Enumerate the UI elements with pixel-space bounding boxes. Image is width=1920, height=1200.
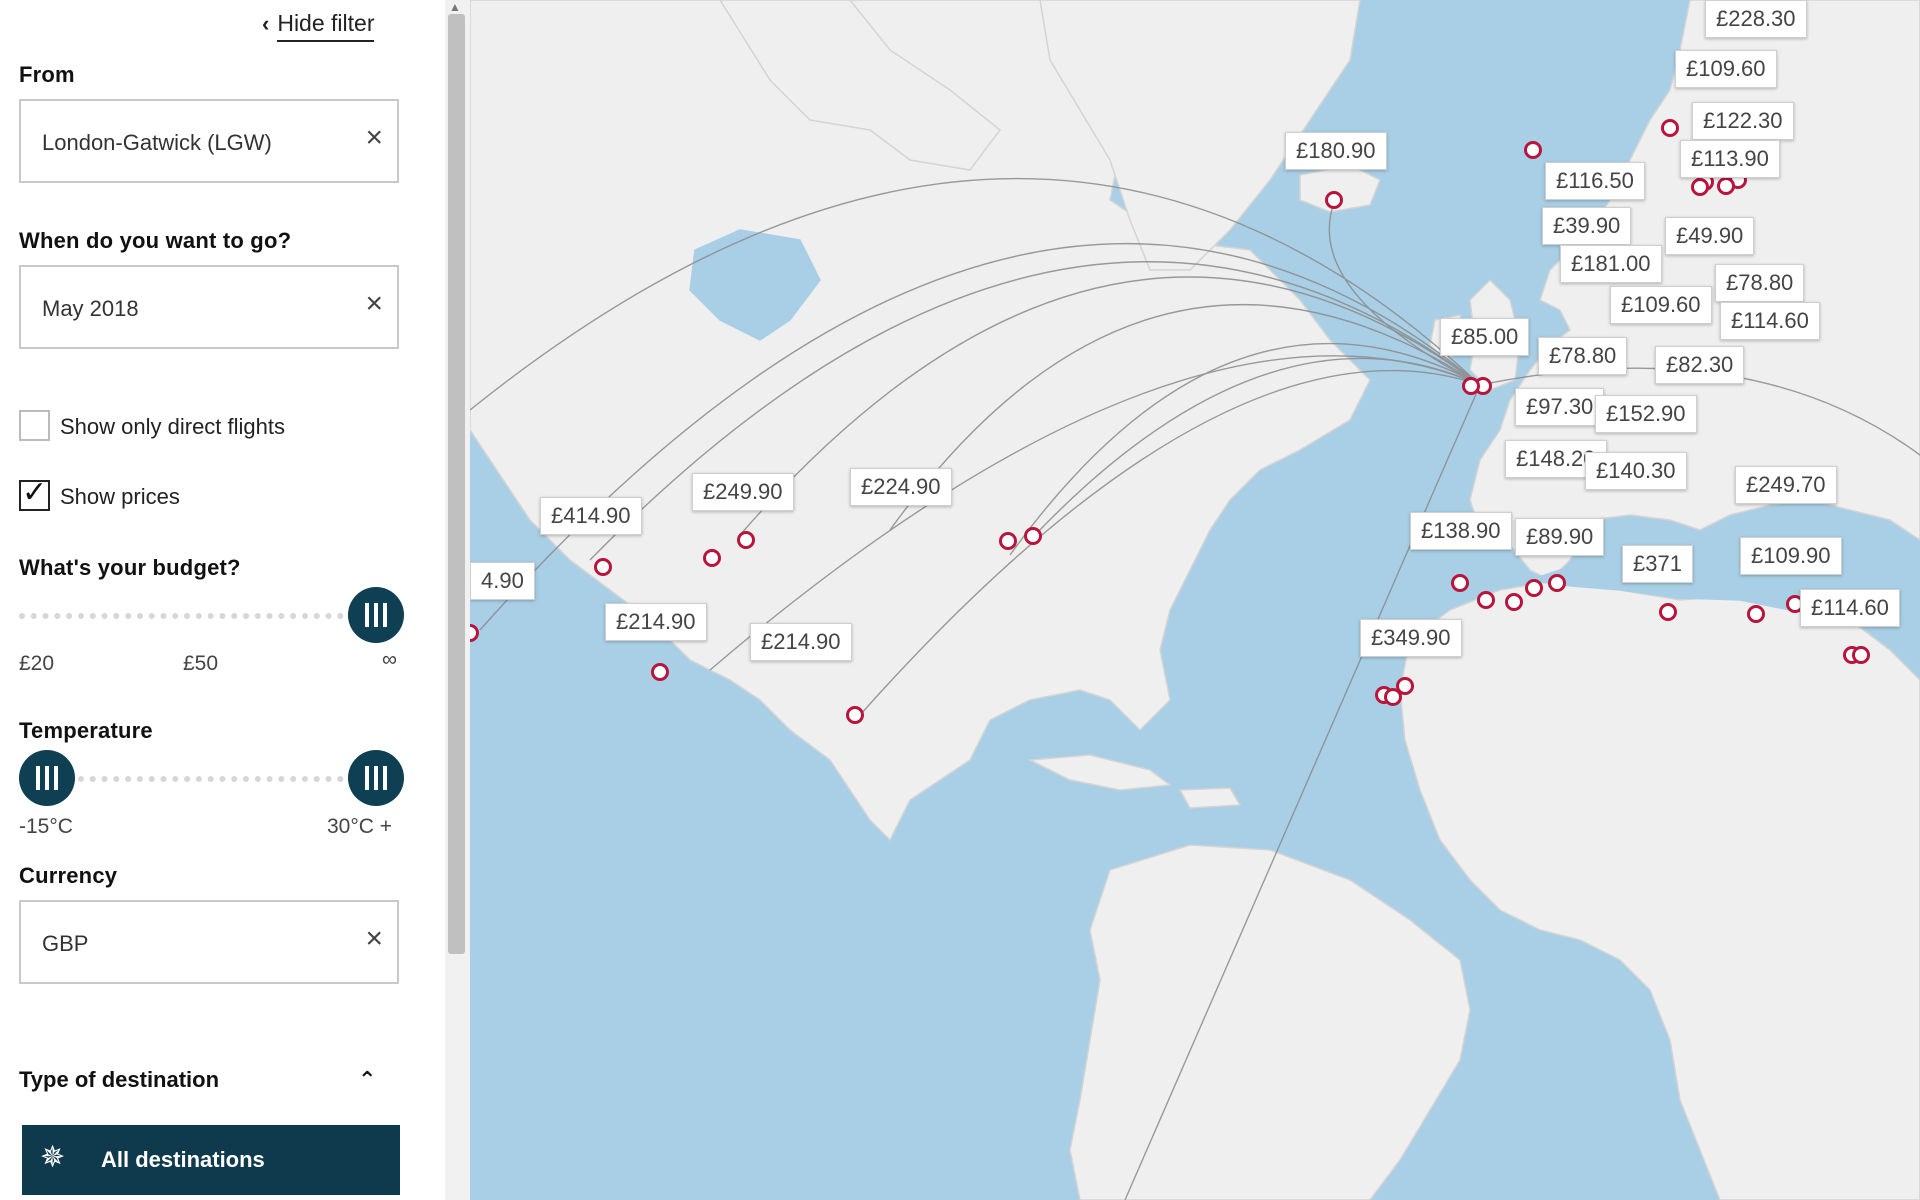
price-label[interactable]: £214.90: [750, 623, 852, 662]
price-label[interactable]: £116.50: [1545, 162, 1645, 201]
clear-from-icon[interactable]: ×: [365, 123, 383, 153]
destination-pin[interactable]: [594, 558, 612, 576]
price-label[interactable]: £49.90: [1665, 217, 1755, 256]
destination-pin[interactable]: [1659, 603, 1677, 621]
price-label[interactable]: £249.90: [692, 473, 794, 512]
price-label[interactable]: £181.00: [1560, 245, 1662, 284]
price-label[interactable]: £180.90: [1285, 132, 1387, 171]
destination-pin[interactable]: [1462, 377, 1480, 395]
show-prices-checkbox[interactable]: ✓: [19, 476, 50, 511]
price-label[interactable]: £224.90: [850, 468, 952, 507]
from-field[interactable]: London-Gatwick (LGW) ×: [19, 99, 399, 183]
destination-pin[interactable]: [1396, 677, 1414, 695]
currency-label: Currency: [19, 863, 118, 888]
temperature-max-handle[interactable]: [348, 750, 404, 806]
route-map[interactable]: £228.30 £109.60 £122.30 £113.90 £116.50 £180.…: [470, 0, 1920, 1200]
price-label[interactable]: £78.80: [1715, 264, 1805, 303]
price-label[interactable]: £371: [1622, 545, 1693, 584]
budget-slider-handle[interactable]: [348, 587, 404, 643]
temperature-max-label: 30°C +: [327, 815, 393, 838]
when-field[interactable]: May 2018 ×: [19, 265, 399, 349]
price-label[interactable]: £78.80: [1538, 337, 1628, 376]
scrollbar-thumb[interactable]: [448, 14, 465, 954]
budget-tick-mid: £50: [183, 652, 219, 675]
destination-pin[interactable]: [1024, 527, 1042, 545]
price-label[interactable]: £39.90: [1542, 207, 1632, 246]
currency-value: GBP: [42, 931, 89, 956]
from-value: London-Gatwick (LGW): [42, 130, 272, 155]
slider-grip-icon: [36, 766, 58, 790]
chevron-up-icon[interactable]: ⌃: [358, 1067, 376, 1093]
destination-pin[interactable]: [1451, 574, 1469, 592]
direct-flights-label[interactable]: Show only direct flights: [60, 414, 285, 440]
price-label[interactable]: £109.90: [1740, 537, 1842, 576]
when-value: May 2018: [42, 296, 139, 321]
price-label[interactable]: £414.90: [540, 497, 642, 536]
budget-label: What's your budget?: [19, 555, 241, 580]
destination-pin[interactable]: [1524, 141, 1542, 159]
destination-pin[interactable]: [1691, 178, 1709, 196]
price-label[interactable]: £85.00: [1440, 318, 1530, 357]
price-label[interactable]: £114.60: [1800, 589, 1900, 628]
destination-type-label[interactable]: Type of destination: [19, 1067, 219, 1093]
temperature-min-handle[interactable]: [19, 750, 75, 806]
destination-pin[interactable]: [846, 706, 864, 724]
price-label[interactable]: £109.60: [1675, 50, 1777, 89]
destination-pin[interactable]: [1525, 579, 1543, 597]
price-label[interactable]: £214.90: [605, 603, 707, 642]
slider-grip-icon: [365, 603, 387, 627]
destination-pin[interactable]: [999, 532, 1017, 550]
currency-field[interactable]: GBP ×: [19, 900, 399, 984]
price-label[interactable]: 4.90: [470, 562, 535, 601]
price-label[interactable]: £97.30: [1515, 388, 1605, 427]
hide-filter-link[interactable]: ‹ Hide filter: [262, 10, 375, 42]
destination-pin[interactable]: [1325, 191, 1343, 209]
destination-pin[interactable]: [1548, 574, 1566, 592]
budget-tick-min: £20: [19, 652, 55, 675]
price-label[interactable]: £113.90: [1680, 140, 1780, 179]
temperature-label: Temperature: [19, 718, 153, 743]
land-hispaniola: [1178, 787, 1242, 809]
price-label[interactable]: £349.90: [1360, 619, 1462, 658]
destination-pin[interactable]: [651, 663, 669, 681]
price-label[interactable]: £114.60: [1720, 302, 1820, 341]
from-label: From: [19, 62, 75, 87]
destination-pin[interactable]: [1747, 605, 1765, 623]
destinations-icon: ✵: [40, 1141, 66, 1174]
price-label[interactable]: £228.30: [1705, 0, 1807, 39]
slider-grip-icon: [365, 766, 387, 790]
scroll-up-icon[interactable]: ▲: [449, 0, 461, 14]
price-label[interactable]: £122.30: [1692, 102, 1794, 141]
destination-pin[interactable]: [1661, 119, 1679, 137]
price-label[interactable]: £138.90: [1410, 512, 1512, 551]
price-label[interactable]: £82.30: [1655, 346, 1745, 385]
budget-tick-max: ∞: [382, 648, 397, 671]
destination-pin[interactable]: [703, 549, 721, 567]
destination-pin[interactable]: [1852, 646, 1870, 664]
clear-currency-icon[interactable]: ×: [365, 924, 383, 954]
filter-sidebar: ‹ Hide filter From London-Gatwick (LGW) ×…: [0, 0, 445, 1200]
clear-when-icon[interactable]: ×: [365, 289, 383, 319]
price-label[interactable]: £109.60: [1610, 286, 1712, 325]
price-label[interactable]: £89.90: [1515, 518, 1605, 557]
show-prices-label[interactable]: Show prices: [60, 484, 180, 510]
destination-pin[interactable]: [737, 531, 755, 549]
price-label[interactable]: £152.90: [1595, 395, 1697, 434]
direct-flights-checkbox[interactable]: [19, 410, 50, 441]
checkmark-icon: ✓: [22, 476, 48, 509]
destination-pin[interactable]: [1477, 591, 1495, 609]
chevron-left-icon: ‹: [262, 11, 270, 36]
price-label[interactable]: £249.70: [1735, 466, 1837, 505]
destination-pin[interactable]: [1717, 177, 1735, 195]
destination-pin[interactable]: [1505, 593, 1523, 611]
temperature-min-label: -15°C: [19, 815, 73, 838]
when-label: When do you want to go?: [19, 228, 292, 253]
all-destinations-button[interactable]: ✵ All destinations: [22, 1125, 400, 1195]
price-label[interactable]: £140.30: [1585, 452, 1687, 491]
budget-slider-track[interactable]: [19, 613, 379, 619]
